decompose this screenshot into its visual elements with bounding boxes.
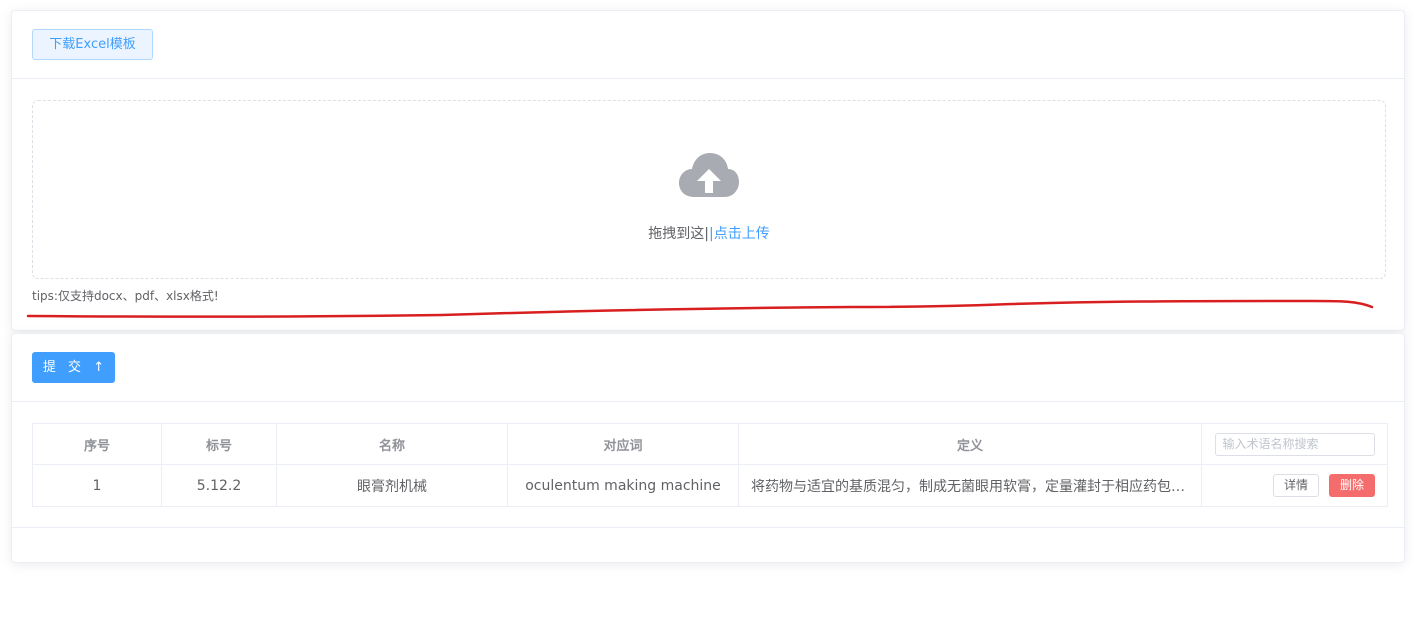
submit-button[interactable]: 提 交 ↑ [32, 352, 115, 383]
results-card-header: 提 交 ↑ [12, 334, 1404, 402]
upload-drag-text: 拖拽到这| [648, 226, 709, 242]
cell-term: oculentum making machine [507, 464, 739, 507]
terms-table: 序号 标号 名称 对应词 定义 1 5.12.2 眼膏剂机械 oculentum… [32, 423, 1388, 507]
upload-tips: tips:仅支持docx、pdf、xlsx格式! [32, 289, 219, 303]
upload-card: 下载Excel模板 拖拽到这||点击上传 tips:仅支持docx、pdf、xl… [11, 10, 1405, 331]
delete-button[interactable]: 删除 [1328, 474, 1375, 497]
cell-actions: 详情 删除 [1201, 464, 1388, 507]
column-header-search [1201, 423, 1388, 465]
results-card: 提 交 ↑ 序号 标号 名称 对应词 定义 输入术语名称搜索 1 5.12.2 … [11, 333, 1405, 563]
upload-card-header: 下载Excel模板 [12, 11, 1404, 79]
column-header-code: 标号 [161, 423, 277, 465]
cloud-upload-icon [679, 153, 739, 197]
column-header-term: 对应词 [507, 423, 739, 465]
download-excel-template-button[interactable]: 下载Excel模板 [32, 29, 153, 60]
cell-name: 眼膏剂机械 [276, 464, 508, 507]
table-header-row: 序号 标号 名称 对应词 定义 [32, 423, 1388, 465]
submit-label: 提 交 [42, 360, 86, 375]
cell-index: 1 [32, 464, 162, 507]
upload-dropzone[interactable]: 拖拽到这||点击上传 [32, 100, 1386, 279]
table-row: 1 5.12.2 眼膏剂机械 oculentum making machine … [32, 464, 1388, 507]
upload-click-link[interactable]: |点击上传 [709, 226, 770, 242]
cell-code: 5.12.2 [161, 464, 277, 507]
detail-button[interactable]: 详情 [1272, 474, 1319, 497]
terms-table-wrapper: 序号 标号 名称 对应词 定义 1 5.12.2 眼膏剂机械 oculentum… [32, 423, 1388, 507]
cell-definition: 将药物与适宜的基质混匀，制成无菌眼用软膏，定量灌封于相应药包材中的机械。 [738, 464, 1202, 507]
upload-instruction: 拖拽到这||点击上传 [33, 223, 1385, 243]
column-header-definition: 定义 [738, 423, 1202, 465]
results-card-footer-divider [12, 527, 1404, 528]
column-header-index: 序号 [32, 423, 162, 465]
term-search-input[interactable] [1214, 432, 1375, 456]
upload-arrow-icon: ↑ [93, 360, 105, 375]
column-header-name: 名称 [276, 423, 508, 465]
